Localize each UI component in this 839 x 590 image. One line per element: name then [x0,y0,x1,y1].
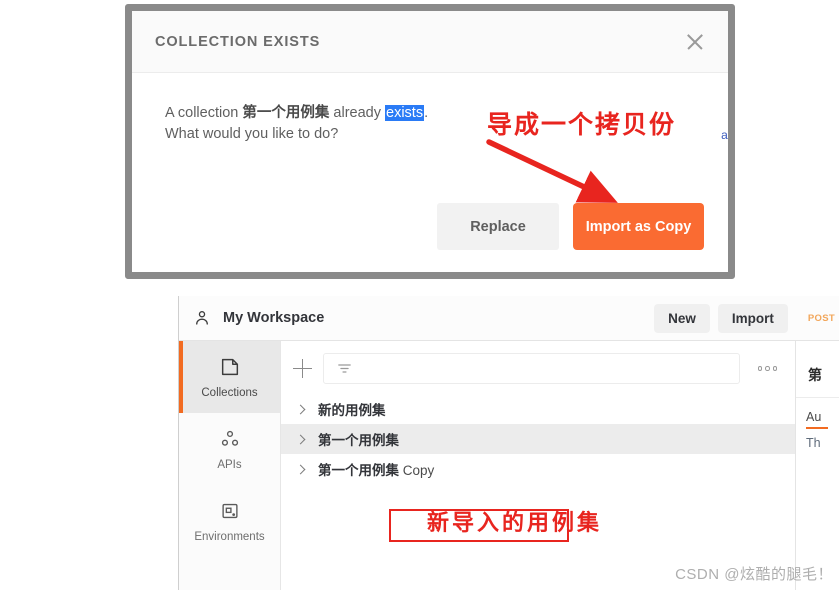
collection-name: 新的用例集 [318,399,386,419]
sidebar-item-apis[interactable]: APIs [179,413,280,485]
list-item[interactable]: 新的用例集 [281,394,795,424]
dialog-inner: COLLECTION EXISTS A collection 第一个用例集 al… [132,11,728,272]
screenshot-root: COLLECTION EXISTS A collection 第一个用例集 al… [0,0,839,590]
search-input[interactable] [323,353,740,384]
workspace-name: My Workspace [223,310,325,326]
plus-icon[interactable] [293,358,313,379]
collection-name-text: 第一个用例集 [318,433,399,448]
tab-authorization[interactable]: Au [796,398,839,429]
collection-exists-dialog: COLLECTION EXISTS A collection 第一个用例集 al… [125,4,735,279]
app-top-bar: My Workspace New Import POST [179,296,839,341]
close-icon[interactable] [684,31,706,53]
message-middle: already [329,105,386,121]
collection-name-suffix: Copy [399,463,435,478]
collections-icon [221,358,238,375]
request-method-badge: POST [807,312,835,324]
collection-name: 第一个用例集 [318,429,399,449]
sidebar-item-apis-label: APIs [217,458,242,471]
tab-theme[interactable]: Th [796,424,839,450]
watermark: CSDN @炫酷的腿毛！ [675,566,833,583]
dialog-footer: Replace Import as Copy [132,203,728,250]
arrow-down-right-icon [486,139,618,203]
collection-name-text: 第一个用例集 [318,463,399,478]
annotation-bottom-text: 新导入的用例集 [427,511,603,536]
list-item[interactable]: 第一个用例集 [281,424,795,454]
message-collection-name: 第一个用例集 [242,105,330,121]
message-prefix: A collection [165,105,243,121]
person-icon [196,311,208,325]
pane-title: 第 [796,341,839,398]
environments-icon [221,503,238,518]
app-main-area: Collections APIs Environments 新的用例集 第一个用… [179,341,839,590]
message-selected-word: exists [385,105,425,121]
chevron-right-icon [295,404,306,414]
sidebar-rail: Collections APIs Environments [179,341,281,590]
dialog-title: COLLECTION EXISTS [155,33,321,50]
message-period: . [424,105,429,121]
import-as-copy-button[interactable]: Import as Copy [573,203,704,250]
chevron-right-icon [295,434,306,444]
sidebar-item-environments[interactable]: Environments [179,485,280,557]
collections-toolbar [281,341,795,394]
sidebar-item-collections[interactable]: Collections [179,341,280,413]
chevron-right-icon [295,464,306,474]
dialog-header: COLLECTION EXISTS [132,11,728,73]
postman-app-window: My Workspace New Import POST Collections [178,296,839,590]
apis-icon [221,430,238,446]
import-button[interactable]: Import [717,303,788,333]
collections-panel: 新的用例集 第一个用例集 第一个用例集 Copy [281,341,795,590]
sidebar-item-collections-label: Collections [201,386,258,399]
collection-name: 第一个用例集 Copy [318,459,434,479]
filter-funnel-icon [338,364,351,373]
new-button[interactable]: New [654,303,710,333]
sidebar-item-environments-label: Environments [194,530,265,543]
more-options-icon[interactable] [750,366,786,371]
replace-button[interactable]: Replace [437,203,559,250]
list-item[interactable]: 第一个用例集 Copy [281,454,795,484]
collection-name-text: 新的用例集 [318,403,386,418]
request-content-pane: 第 Au Th [795,341,839,590]
background-text-fragment: a [721,128,728,142]
